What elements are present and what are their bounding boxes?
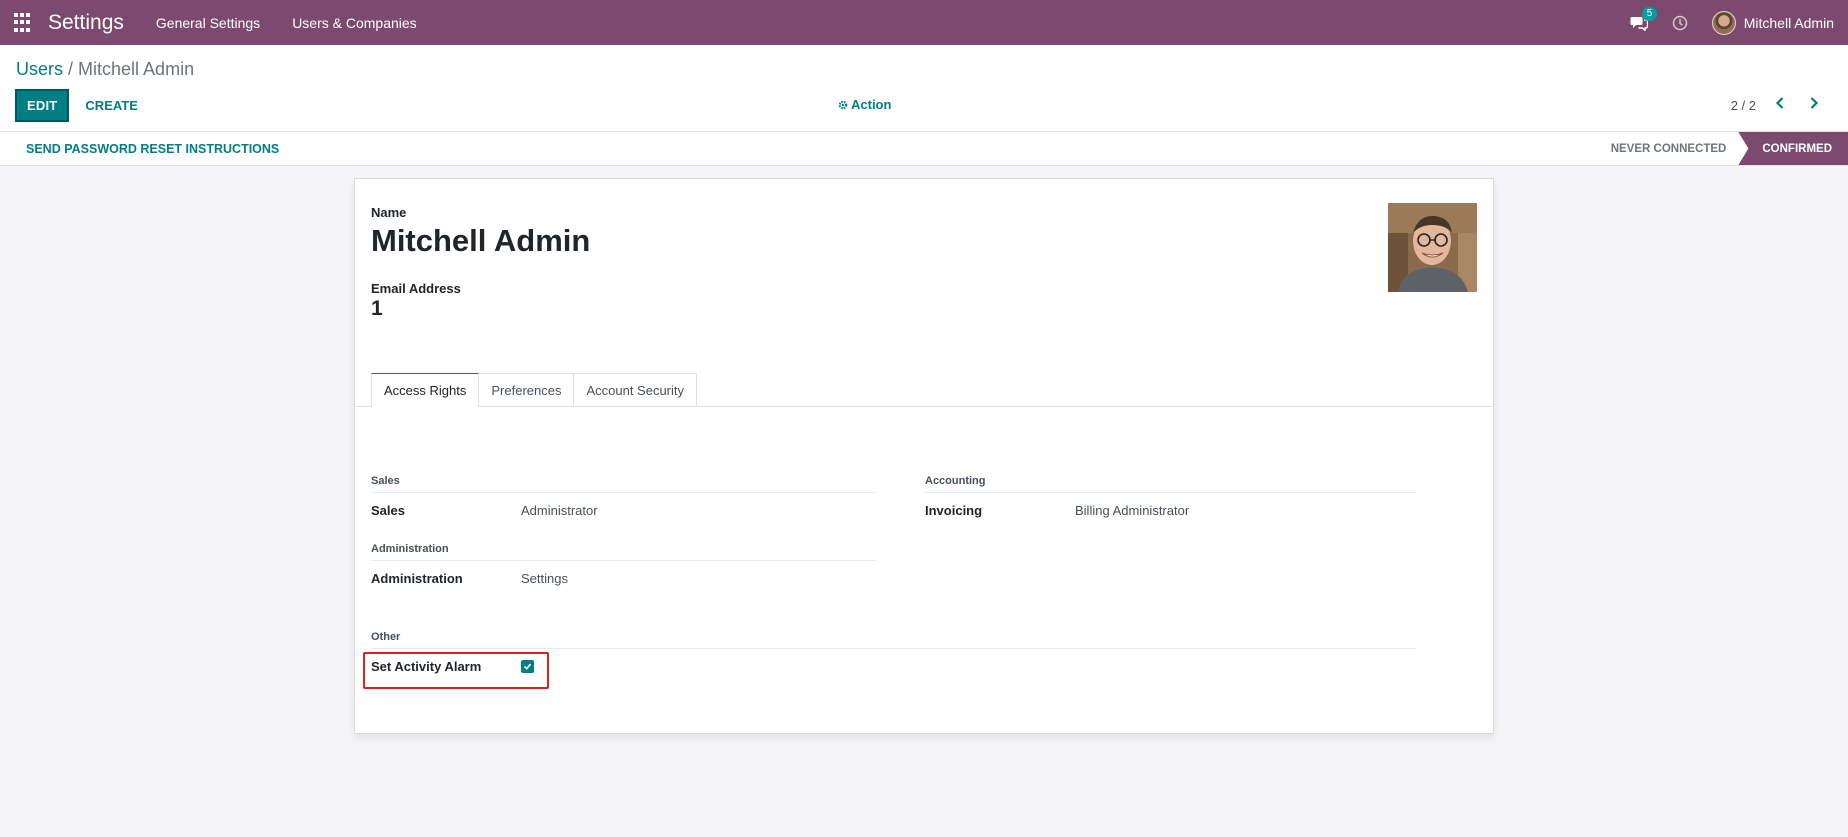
app-title[interactable]: Settings — [48, 11, 124, 35]
email-label: Email Address — [371, 281, 461, 296]
top-navbar: Settings General Settings Users & Compan… — [0, 0, 1848, 45]
pager-previous-icon[interactable] — [1770, 96, 1790, 114]
group-accounting: Accounting Invoicing Billing Administrat… — [925, 475, 1416, 518]
tabs-divider — [355, 406, 1493, 407]
pager: 2 / 2 — [1731, 96, 1824, 114]
user-photo — [1388, 203, 1477, 292]
field-label-administration: Administration — [371, 571, 463, 586]
group-title-sales: Sales — [371, 475, 876, 493]
user-name: Mitchell Admin — [1743, 14, 1834, 31]
field-value-invoicing[interactable]: Billing Administrator — [1075, 503, 1189, 518]
user-menu[interactable]: Mitchell Admin — [1711, 10, 1834, 35]
action-menu-button[interactable]: Action — [838, 97, 891, 112]
action-label: Action — [851, 97, 892, 112]
group-sales: Sales Sales Administrator — [371, 475, 876, 518]
pager-next-icon[interactable] — [1804, 96, 1824, 114]
email-value: 1 — [371, 297, 383, 320]
field-value-administration[interactable]: Settings — [521, 571, 568, 586]
gear-icon — [838, 100, 848, 109]
status-stages: NEVER CONNECTED CONFIRMED — [1591, 132, 1848, 165]
breadcrumb-users-link[interactable]: Users — [16, 59, 63, 79]
field-label-invoicing: Invoicing — [925, 503, 983, 518]
field-row-administration: Administration Settings — [371, 571, 876, 586]
menu-users-companies[interactable]: Users & Companies — [292, 15, 417, 31]
form-tabs: Access Rights Preferences Account Securi… — [371, 373, 698, 407]
breadcrumb-separator: / — [63, 59, 79, 79]
form-sheet: Name Mitchell Admin Email Address 1 Acce… — [354, 178, 1494, 734]
name-label: Name — [371, 205, 407, 220]
control-buttons: EDIT CREATE — [15, 89, 148, 122]
group-administration: Administration Administration Settings — [371, 543, 876, 586]
field-row-sales: Sales Administrator — [371, 503, 876, 518]
control-panel: Users / Mitchell Admin EDIT CREATE Actio… — [0, 45, 1848, 132]
messaging-icon[interactable]: 5 — [1630, 6, 1658, 32]
highlight-annotation-box — [363, 652, 549, 689]
systray: 5 Mitchell Admin — [1630, 6, 1834, 35]
name-value: Mitchell Admin — [371, 223, 591, 258]
user-avatar — [1711, 10, 1736, 35]
send-password-reset-button[interactable]: SEND PASSWORD RESET INSTRUCTIONS — [26, 142, 279, 156]
statusbar: SEND PASSWORD RESET INSTRUCTIONS NEVER C… — [0, 132, 1848, 166]
menu-general-settings[interactable]: General Settings — [156, 15, 260, 31]
breadcrumb-current: Mitchell Admin — [78, 59, 195, 79]
field-label-sales: Sales — [371, 503, 405, 518]
pager-value[interactable]: 2 / 2 — [1731, 98, 1756, 113]
tab-preferences[interactable]: Preferences — [478, 373, 575, 407]
field-row-invoicing: Invoicing Billing Administrator — [925, 503, 1416, 518]
apps-menu-icon[interactable] — [14, 13, 34, 33]
activity-clock-icon[interactable] — [1672, 15, 1688, 31]
group-title-other: Other — [371, 631, 1416, 649]
stage-never-connected[interactable]: NEVER CONNECTED — [1591, 132, 1739, 165]
stage-confirmed[interactable]: CONFIRMED — [1738, 132, 1848, 165]
messaging-badge: 5 — [1641, 6, 1658, 21]
tab-access-rights[interactable]: Access Rights — [371, 373, 480, 407]
group-title-administration: Administration — [371, 543, 876, 561]
tab-account-security[interactable]: Account Security — [573, 373, 698, 407]
group-title-accounting: Accounting — [925, 475, 1416, 493]
create-button[interactable]: CREATE — [75, 91, 147, 120]
breadcrumb: Users / Mitchell Admin — [16, 59, 194, 80]
edit-button[interactable]: EDIT — [15, 89, 70, 122]
field-value-sales[interactable]: Administrator — [521, 503, 598, 518]
